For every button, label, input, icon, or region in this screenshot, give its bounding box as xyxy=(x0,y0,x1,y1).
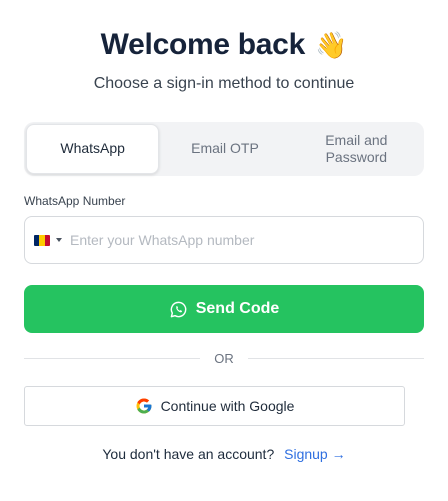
tab-email-otp[interactable]: Email OTP xyxy=(159,124,290,174)
whatsapp-icon xyxy=(170,301,187,317)
send-code-label: Send Code xyxy=(195,300,280,317)
continue-with-google-button[interactable]: Continue with Google xyxy=(24,386,405,426)
signin-method-tabs: WhatsApp Email OTP Email and Password xyxy=(24,122,424,176)
or-text: OR xyxy=(214,351,234,366)
divider-line-left xyxy=(24,358,201,359)
signup-prompt-text: You don't have an account? xyxy=(102,446,275,462)
waving-hand-emoji: 👋 xyxy=(314,30,348,60)
send-code-button[interactable]: Send Code xyxy=(24,285,424,333)
tab-email-password[interactable]: Email and Password xyxy=(291,124,422,174)
tab-email-otp-label: Email OTP xyxy=(191,140,259,157)
page-title: Welcome back xyxy=(100,28,306,61)
signup-link[interactable]: Signup → xyxy=(284,446,345,462)
tab-whatsapp[interactable]: WhatsApp xyxy=(26,124,160,174)
title-row: Welcome back 👋 xyxy=(0,28,448,62)
tab-whatsapp-label: WhatsApp xyxy=(60,140,125,157)
country-dropdown-caret-icon[interactable] xyxy=(56,238,62,242)
continue-with-google-label: Continue with Google xyxy=(160,398,295,414)
google-icon xyxy=(136,398,152,414)
page-subtitle: Choose a sign-in method to continue xyxy=(93,75,355,92)
tab-email-password-label-line2: Password xyxy=(325,149,388,165)
country-flag-icon[interactable] xyxy=(34,234,50,246)
signup-prompt: You don't have an account? Signup → xyxy=(0,446,448,462)
divider-line-right xyxy=(247,358,424,359)
tab-email-password-label-line1: Email and xyxy=(325,131,388,148)
whatsapp-number-label: WhatsApp Number xyxy=(24,194,126,208)
or-divider: OR xyxy=(24,351,424,366)
whatsapp-number-field xyxy=(24,216,424,264)
whatsapp-number-input[interactable] xyxy=(70,232,423,248)
